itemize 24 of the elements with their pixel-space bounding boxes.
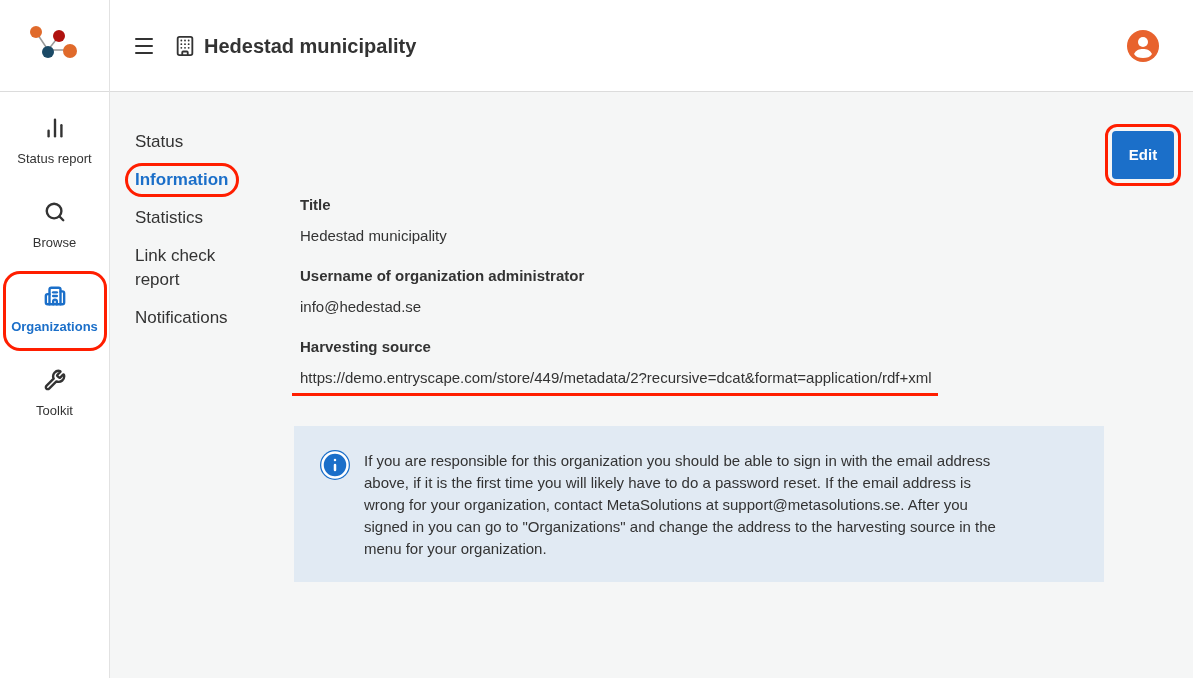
subnav-link[interactable]: Link check report bbox=[128, 242, 238, 294]
field-value: https://demo.entryscape.com/store/449/metadata/2?recursive=dcat&format=application/rdf+xml bbox=[292, 366, 938, 396]
field-label: Title bbox=[300, 195, 331, 215]
user-avatar-icon[interactable] bbox=[1127, 29, 1159, 62]
subnav-link[interactable]: Statistics bbox=[128, 204, 238, 232]
sidebar-item[interactable]: Organizations bbox=[5, 274, 104, 348]
subnav-link[interactable]: Status bbox=[128, 128, 238, 156]
field-label: Username of organization administrator bbox=[300, 266, 585, 286]
building-icon bbox=[43, 285, 66, 308]
wrench-icon bbox=[43, 369, 66, 392]
field-label: Harvesting source bbox=[300, 337, 431, 357]
info-icon bbox=[320, 450, 350, 480]
subnav-link[interactable]: Notifications bbox=[128, 304, 238, 332]
subnav-link[interactable]: Information bbox=[128, 166, 236, 194]
sidebar-item[interactable]: Status report bbox=[5, 106, 104, 180]
field-value: Hedestad municipality bbox=[300, 225, 447, 246]
sidebar-item[interactable]: Toolkit bbox=[5, 358, 104, 432]
search-icon bbox=[43, 201, 66, 224]
edit-button[interactable]: Edit bbox=[1112, 131, 1174, 179]
sidebar-item[interactable]: Browse bbox=[5, 190, 104, 264]
building-icon bbox=[174, 34, 196, 57]
page-title: Hedestad municipality bbox=[204, 33, 417, 59]
info-text: If you are responsible for this organization you should be able to sign in with the email address above, if it is the first time you will likely have to do a password reset. If the email address is wrong for your organization, contact MetaSolutions at support@metasolutions.se. After you signed in you can go to "Organizations" and change the address to the harvesting source in the menu for your organization. bbox=[364, 451, 997, 559]
field-value: info@hedestad.se bbox=[300, 296, 422, 317]
